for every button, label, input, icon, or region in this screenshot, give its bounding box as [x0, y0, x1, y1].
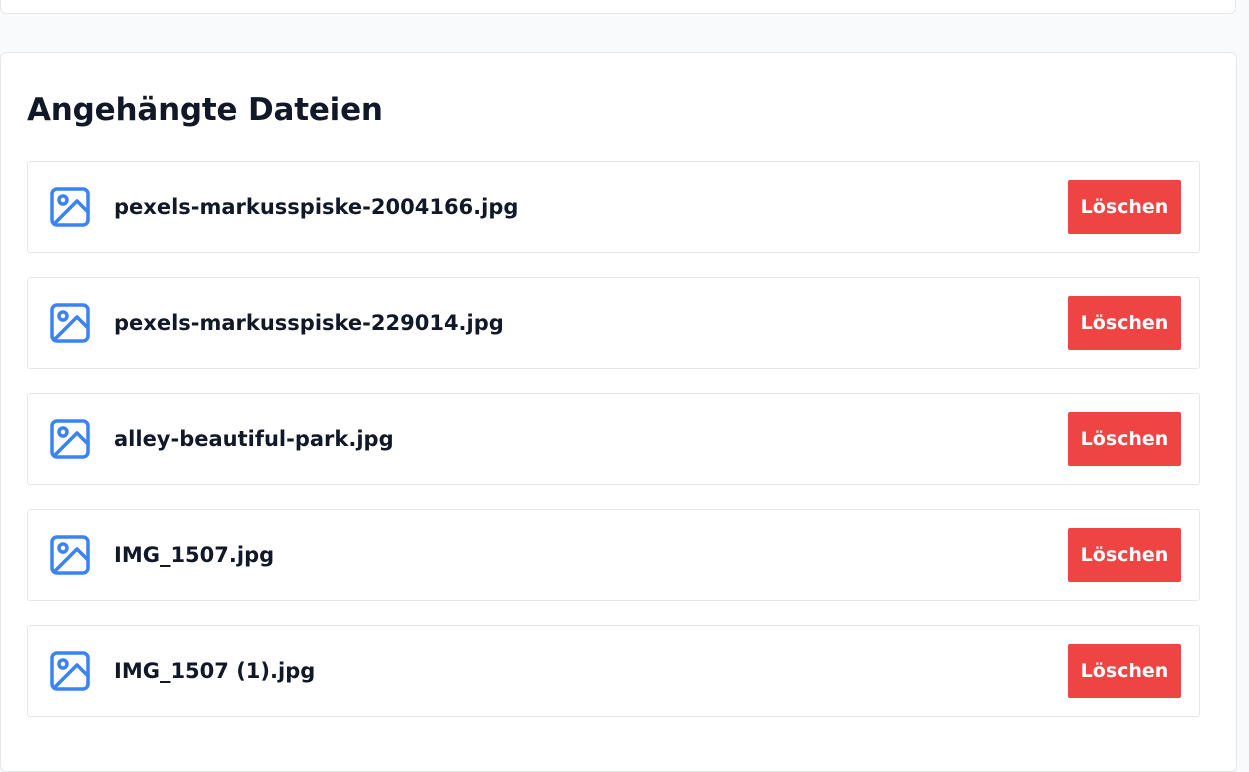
delete-button[interactable]: Löschen [1068, 644, 1181, 698]
file-list: pexels-markusspiske-2004166.jpg Löschen … [27, 161, 1200, 741]
image-icon [49, 186, 91, 228]
image-icon [49, 534, 91, 576]
section-title: Angehängte Dateien [27, 92, 383, 128]
file-row: alley-beautiful-park.jpg Löschen [27, 393, 1200, 485]
delete-button[interactable]: Löschen [1068, 296, 1181, 350]
image-icon [49, 302, 91, 344]
image-icon [49, 650, 91, 692]
file-name: IMG_1507.jpg [114, 543, 275, 567]
file-name: IMG_1507 (1).jpg [114, 659, 316, 683]
file-name: alley-beautiful-park.jpg [114, 427, 394, 451]
file-row: IMG_1507 (1).jpg Löschen [27, 625, 1200, 717]
delete-button[interactable]: Löschen [1068, 412, 1181, 466]
delete-button[interactable]: Löschen [1068, 180, 1181, 234]
file-row: pexels-markusspiske-2004166.jpg Löschen [27, 161, 1200, 253]
delete-button[interactable]: Löschen [1068, 528, 1181, 582]
image-icon [49, 418, 91, 460]
file-row: pexels-markusspiske-229014.jpg Löschen [27, 277, 1200, 369]
previous-card [0, 0, 1236, 14]
file-name: pexels-markusspiske-229014.jpg [114, 311, 504, 335]
file-row: IMG_1507.jpg Löschen [27, 509, 1200, 601]
file-name: pexels-markusspiske-2004166.jpg [114, 195, 519, 219]
